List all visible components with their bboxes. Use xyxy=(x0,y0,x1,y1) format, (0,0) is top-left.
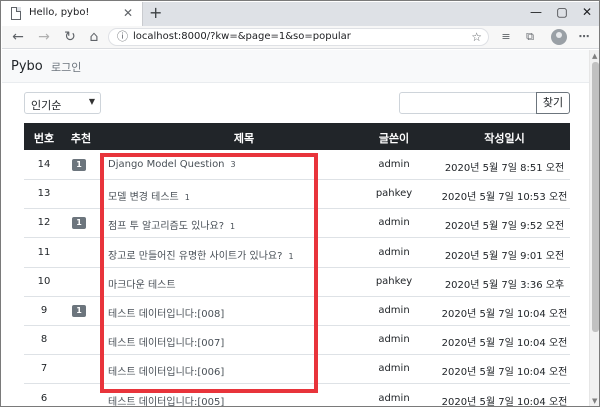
more-icon[interactable]: ⋯ xyxy=(577,30,591,44)
profile-icon[interactable] xyxy=(551,29,567,45)
row-num: 11 xyxy=(37,246,51,258)
row-author: admin xyxy=(378,305,410,316)
row-date: 2020년 5월 7일 9:01 오전 xyxy=(444,250,565,262)
header-author: 글쓴이 xyxy=(378,132,410,145)
row-author: admin xyxy=(378,159,410,170)
search-button[interactable]: 찾기 xyxy=(536,92,570,114)
chevron-down-icon: ▼ xyxy=(88,97,95,106)
row-num: 10 xyxy=(37,275,51,287)
row-date: 2020년 5월 7일 10:04 오전 xyxy=(441,396,568,407)
browser-tab[interactable]: Hello, pybo! ✕ xyxy=(2,2,143,26)
row-author: admin xyxy=(378,334,410,346)
row-date: 2020년 5월 7일 10:53 오전 xyxy=(441,192,568,204)
login-link[interactable]: 로그인 xyxy=(51,59,81,75)
row-author: admin xyxy=(378,217,410,229)
row-num: 14 xyxy=(37,159,51,170)
sort-select[interactable]: 인기순 ▼ xyxy=(24,92,101,114)
row-num: 8 xyxy=(40,334,48,346)
info-icon[interactable]: ⓘ xyxy=(117,30,128,44)
maximize-icon[interactable]: ▢ xyxy=(555,4,569,20)
url-text[interactable]: localhost:8000/?kw=&page=1&so=popular xyxy=(133,31,351,42)
row-date: 2020년 5월 7일 8:51 오전 xyxy=(444,163,565,174)
row-num: 13 xyxy=(37,188,51,200)
row-num: 6 xyxy=(40,392,48,404)
plus-icon[interactable]: + xyxy=(149,4,162,22)
window-close-icon[interactable]: ✕ xyxy=(580,4,594,20)
header-title: 제목 xyxy=(233,132,255,145)
row-num: 12 xyxy=(37,217,51,229)
scroll-down-icon[interactable]: ▼ xyxy=(592,397,597,405)
highlight-box xyxy=(100,153,318,393)
browser-window: Hello, pybo! ✕ + — ▢ ✕ ← → ↻ ⌂ ⓘ localho… xyxy=(0,0,600,407)
arrow-left-icon[interactable]: ← xyxy=(10,29,26,45)
scroll-thumb[interactable] xyxy=(592,62,599,332)
site-navbar: Pybo 로그인 xyxy=(2,50,589,83)
minimize-icon[interactable]: — xyxy=(529,4,543,20)
close-icon[interactable]: ✕ xyxy=(123,6,133,20)
sort-selected-value: 인기순 xyxy=(31,99,62,112)
vote-badge-cell: 1 xyxy=(72,217,90,230)
reload-icon[interactable]: ↻ xyxy=(62,29,78,45)
vote-badge-cell: 1 xyxy=(72,159,90,171)
collections-icon[interactable]: ⧉ xyxy=(523,30,537,44)
brand-link[interactable]: Pybo xyxy=(11,59,43,74)
header-date: 작성일시 xyxy=(484,132,525,145)
home-icon[interactable]: ⌂ xyxy=(86,29,102,45)
star-icon[interactable]: ☆ xyxy=(471,29,482,45)
row-date: 2020년 5월 7일 3:36 오후 xyxy=(444,279,565,291)
row-author: admin xyxy=(378,246,410,258)
vote-badge: 1 xyxy=(72,159,86,171)
row-date: 2020년 5월 7일 10:04 오전 xyxy=(441,338,568,350)
scroll-up-icon[interactable]: ▲ xyxy=(592,52,597,60)
row-author: pahkey xyxy=(375,188,413,200)
row-author: admin xyxy=(378,392,410,404)
vote-badge-cell: 1 xyxy=(72,305,90,317)
reading-list-icon[interactable]: ≡ xyxy=(499,30,513,44)
tab-title: Hello, pybo! xyxy=(29,7,90,18)
row-num: 7 xyxy=(40,363,48,375)
address-bar[interactable]: ⓘ localhost:8000/?kw=&page=1&so=popular … xyxy=(108,28,489,46)
header-num: 번호 xyxy=(33,132,55,145)
table-header: 번호 추천 제목 글쓴이 작성일시 xyxy=(24,123,570,150)
row-date: 2020년 5월 7일 10:04 오전 xyxy=(441,309,568,320)
row-date: 2020년 5월 7일 9:52 오전 xyxy=(444,221,565,233)
title-bar: Hello, pybo! ✕ + — ▢ ✕ xyxy=(2,2,599,26)
scrollbar[interactable]: ▲ ▼ xyxy=(589,50,599,406)
row-author: admin xyxy=(378,363,410,375)
vote-badge: 1 xyxy=(72,305,86,317)
question-link[interactable]: 테스트 데이터입니다:[005] xyxy=(108,397,224,406)
browser-toolbar: ← → ↻ ⌂ ⓘ localhost:8000/?kw=&page=1&so=… xyxy=(2,26,599,49)
vote-badge: 1 xyxy=(72,217,86,230)
row-author: pahkey xyxy=(375,275,413,287)
row-num: 9 xyxy=(40,305,48,316)
arrow-right-icon[interactable]: → xyxy=(36,29,52,45)
page-icon xyxy=(11,7,21,20)
row-date: 2020년 5월 7일 10:04 오전 xyxy=(441,367,568,379)
question-title-cell: 테스트 데이터입니다:[005] xyxy=(108,393,224,406)
search-input[interactable] xyxy=(399,92,537,114)
header-vote: 추천 xyxy=(70,132,92,145)
